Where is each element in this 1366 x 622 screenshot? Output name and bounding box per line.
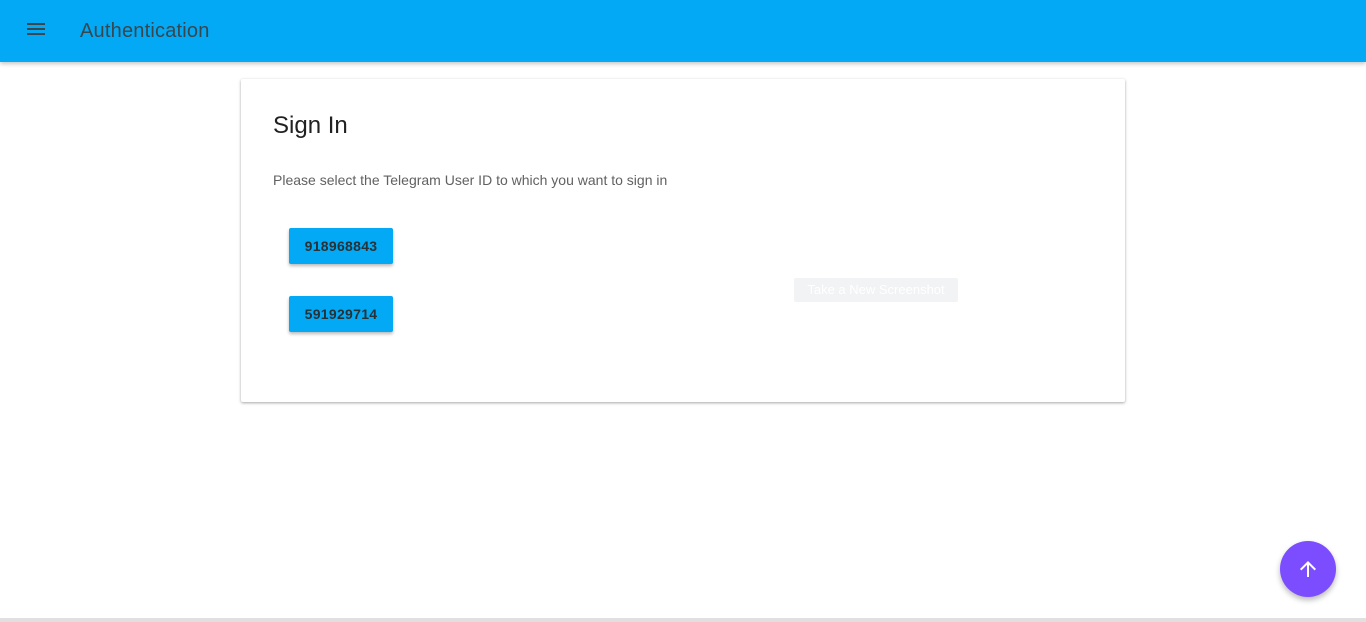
page-title: Authentication	[80, 20, 210, 42]
card-title: Sign In	[273, 112, 348, 139]
menu-icon	[27, 23, 45, 35]
scroll-to-top-button[interactable]	[1280, 541, 1336, 597]
user-id-button-1[interactable]: 918968843	[289, 228, 393, 264]
card-description: Please select the Telegram User ID to wh…	[273, 172, 668, 188]
user-id-button-2[interactable]: 591929714	[289, 296, 393, 332]
screenshot-tooltip: Take a New Screenshot	[794, 278, 958, 302]
bottom-divider	[0, 618, 1366, 622]
sign-in-card: Sign In Please select the Telegram User …	[241, 79, 1125, 402]
menu-button[interactable]	[20, 13, 52, 45]
app-bar: Authentication	[0, 0, 1366, 62]
arrow-up-icon	[1300, 561, 1316, 577]
